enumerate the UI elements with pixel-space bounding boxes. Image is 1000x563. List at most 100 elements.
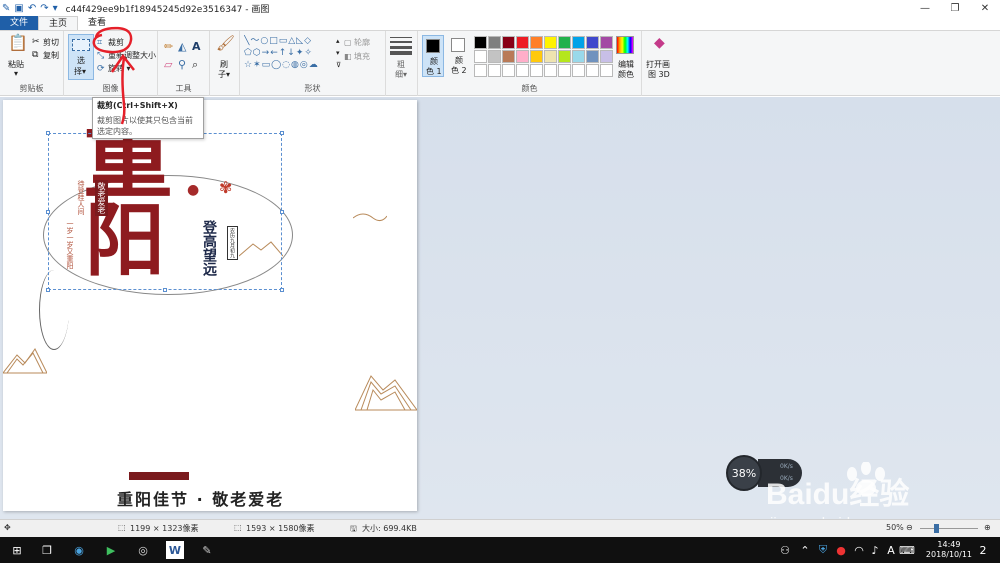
crop-icon[interactable]: ⌗ xyxy=(97,37,102,49)
color2-button[interactable]: 颜 色 2 xyxy=(448,35,470,77)
zoom-slider-thumb[interactable] xyxy=(934,524,939,533)
gallery-expand-icon[interactable]: ⊽ xyxy=(336,59,341,71)
security-shield-icon[interactable]: ⛨ xyxy=(814,541,832,559)
text-tool-icon[interactable]: A xyxy=(192,41,201,53)
palette-swatch[interactable] xyxy=(600,36,613,49)
handle-bottom-left[interactable] xyxy=(46,288,50,292)
tab-file[interactable]: 文件 xyxy=(0,16,39,30)
palette-swatch[interactable] xyxy=(544,64,557,77)
palette-swatch[interactable] xyxy=(516,36,529,49)
save-icon[interactable]: ▣ xyxy=(14,3,23,14)
palette-swatch[interactable] xyxy=(572,36,585,49)
palette-swatch[interactable] xyxy=(600,50,613,63)
palette-swatch[interactable] xyxy=(572,64,585,77)
palette-swatch[interactable] xyxy=(544,36,557,49)
paint3d-icon[interactable]: ◆ xyxy=(654,36,665,50)
palette-swatch[interactable] xyxy=(474,50,487,63)
antivirus-icon[interactable]: ● xyxy=(832,541,850,559)
browser-icon[interactable]: ◉ xyxy=(70,541,88,559)
paint-app-icon[interactable]: ✎ xyxy=(2,3,10,14)
palette-swatch[interactable] xyxy=(502,64,515,77)
redo-icon[interactable]: ↷ xyxy=(40,3,48,14)
handle-top-right[interactable] xyxy=(280,131,284,135)
color-picker-icon[interactable]: ⚲ xyxy=(178,59,186,71)
palette-swatch[interactable] xyxy=(530,36,543,49)
palette-swatch[interactable] xyxy=(502,50,515,63)
maximize-button[interactable]: ❐ xyxy=(940,0,970,16)
gallery-down-icon[interactable]: ▾ xyxy=(336,47,340,59)
palette-swatch[interactable] xyxy=(516,50,529,63)
camera-app-icon[interactable]: ◎ xyxy=(134,541,152,559)
zoom-slider[interactable] xyxy=(920,528,978,529)
eraser-icon[interactable]: ▱ xyxy=(164,59,172,71)
workspace[interactable]: 重 阳 登高望远 敬老爱老 待登桂人间 一岁一岁又重阳 农历九月初九 ✾ ● 重… xyxy=(0,97,1000,519)
palette-swatch[interactable] xyxy=(488,50,501,63)
palette-swatch[interactable] xyxy=(558,64,571,77)
brush-icon[interactable]: 🖌 xyxy=(216,36,235,51)
windows-start-icon[interactable]: ⊞ xyxy=(8,541,26,559)
task-view-icon[interactable]: ❐ xyxy=(38,541,56,559)
zoom-in-button[interactable]: ⊕ xyxy=(984,523,991,532)
word-icon[interactable]: W xyxy=(166,541,184,559)
line-size-icon[interactable] xyxy=(390,37,412,55)
palette-swatch[interactable] xyxy=(558,50,571,63)
palette-swatch[interactable] xyxy=(586,50,599,63)
crop-button[interactable]: 裁剪 xyxy=(108,37,124,48)
gallery-up-icon[interactable]: ▴ xyxy=(336,35,340,47)
palette-swatch[interactable] xyxy=(586,36,599,49)
outline-button[interactable]: 轮廓 xyxy=(354,37,370,48)
selection-rectangle[interactable] xyxy=(46,131,284,292)
fill-icon[interactable]: ◧ xyxy=(344,51,352,63)
palette-swatch[interactable] xyxy=(586,64,599,77)
size-label-2[interactable]: 细▾ xyxy=(395,69,407,80)
pencil-icon[interactable]: ✏ xyxy=(164,41,173,53)
palette-swatch[interactable] xyxy=(474,64,487,77)
palette-swatch[interactable] xyxy=(544,50,557,63)
copy-icon[interactable]: ⧉ xyxy=(32,49,38,61)
rotate-icon[interactable]: ⟳ xyxy=(97,63,105,75)
media-player-icon[interactable]: ▶ xyxy=(102,541,120,559)
keyboard-icon[interactable]: ⌨ xyxy=(898,541,916,559)
fill-button[interactable]: 填充 xyxy=(354,51,370,62)
tab-view[interactable]: 查看 xyxy=(78,16,116,30)
zoom-out-button[interactable]: ⊖ xyxy=(906,523,913,532)
palette-swatch[interactable] xyxy=(530,64,543,77)
palette-swatch[interactable] xyxy=(572,50,585,63)
palette-swatch[interactable] xyxy=(502,36,515,49)
shapes-gallery[interactable]: ╲〜○□▭△◺◇ ⬠⬡→←↑↓✦✧ ☆✶▭◯◌◍◎☁ xyxy=(244,35,336,75)
handle-left[interactable] xyxy=(46,210,50,214)
fill-bucket-icon[interactable]: ◭ xyxy=(178,41,186,53)
edit-colors-icon[interactable] xyxy=(616,36,634,54)
image-canvas[interactable]: 重 阳 登高望远 敬老爱老 待登桂人间 一岁一岁又重阳 农历九月初九 ✾ ● 重… xyxy=(3,100,417,511)
handle-top-left[interactable] xyxy=(46,131,50,135)
select-button[interactable]: 选 择▾ xyxy=(68,34,94,80)
palette-swatch[interactable] xyxy=(600,64,613,77)
palette-swatch[interactable] xyxy=(488,64,501,77)
paint-taskbar-icon[interactable]: ✎ xyxy=(198,541,216,559)
palette-swatch[interactable] xyxy=(558,36,571,49)
brush-label-2[interactable]: 子▾ xyxy=(218,69,230,80)
paint3d-label-2[interactable]: 图 3D xyxy=(648,69,670,80)
tab-home[interactable]: 主页 xyxy=(38,16,79,30)
handle-right[interactable] xyxy=(280,210,284,214)
palette-swatch[interactable] xyxy=(488,36,501,49)
palette-swatch[interactable] xyxy=(474,36,487,49)
cut-button[interactable]: 剪切 xyxy=(43,37,59,48)
undo-icon[interactable]: ↶ xyxy=(28,3,36,14)
handle-bottom[interactable] xyxy=(163,288,167,292)
notification-button[interactable]: 2 xyxy=(974,541,992,559)
paste-icon[interactable]: 📋 xyxy=(8,35,28,51)
customize-dropdown-icon[interactable]: ▾ xyxy=(53,3,58,14)
copy-button[interactable]: 复制 xyxy=(43,50,59,61)
palette-swatch[interactable] xyxy=(516,64,529,77)
tray-expand-icon[interactable]: ⌃ xyxy=(796,541,814,559)
rotate-button[interactable]: 旋转 ▾ xyxy=(108,63,131,74)
color1-button[interactable]: 颜 色 1 xyxy=(422,35,444,77)
scissors-icon[interactable]: ✂ xyxy=(32,36,40,48)
paste-dropdown-icon[interactable]: ▾ xyxy=(14,69,18,78)
close-button[interactable]: ✕ xyxy=(970,0,1000,16)
resize-icon[interactable]: ⤡ xyxy=(97,50,104,62)
palette-swatch[interactable] xyxy=(530,50,543,63)
magnifier-icon[interactable]: ⌕ xyxy=(192,59,198,71)
taskbar-clock[interactable]: 14:49 2018/10/11 xyxy=(926,540,972,560)
